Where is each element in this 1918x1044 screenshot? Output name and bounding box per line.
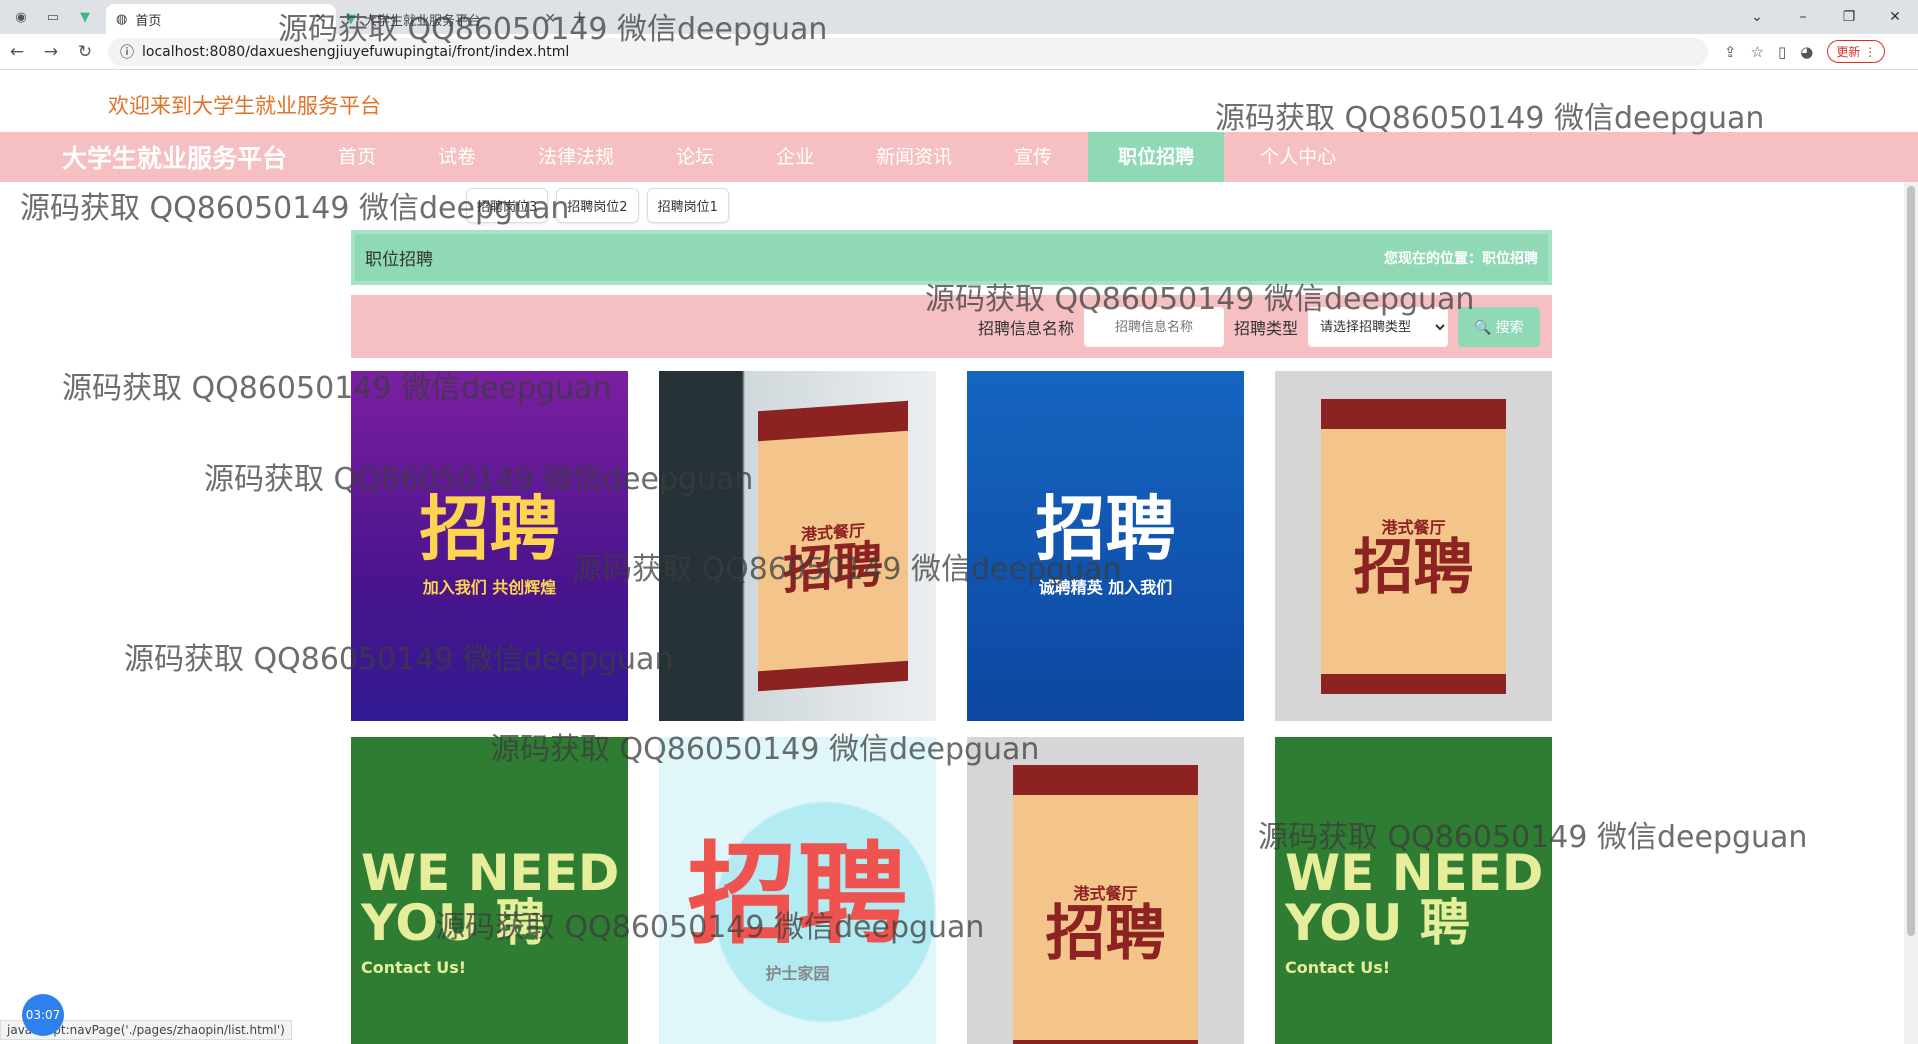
main-nav: 大学生就业服务平台 首页 试卷 法律法规 论坛 企业 新闻资讯 宣传 职位招聘 … [0,132,1918,182]
search-icon: 🔍 [1474,318,1492,335]
poster-grid: 招聘 加入我们 共创辉煌 港式餐厅 招聘 招聘 诚聘精英 加入我们 港式餐厅 招… [351,371,1552,1044]
restore-icon[interactable]: ❐ [1826,9,1872,25]
poster-image: 港式餐厅 招聘 [967,737,1244,1044]
url-text: localhost:8080/daxueshengjiuyefuwupingta… [142,43,570,60]
poster-headline: 招聘 [1353,533,1474,603]
nav-home[interactable]: 首页 [312,132,402,182]
nav-company[interactable]: 企业 [750,132,840,182]
window-controls: ⌄ – ❐ ✕ [1734,0,1918,34]
page-content: 招聘岗位3 招聘岗位2 招聘岗位1 职位招聘 您现在的位置：职位招聘 招聘信息名… [0,182,1918,1044]
breadcrumb: 您现在的位置：职位招聘 [1384,250,1538,267]
close-window-icon[interactable]: ✕ [1872,9,1918,25]
vue-icon: ▼ [346,11,356,27]
section-title-bar: 职位招聘 您现在的位置：职位招聘 [351,230,1552,285]
name-label: 招聘信息名称 [977,318,1074,338]
nav-profile[interactable]: 个人中心 [1234,132,1362,182]
poster-headline: 招聘 [1045,899,1166,969]
poster-headline: 招聘 [687,831,908,959]
tag-job-1[interactable]: 招聘岗位1 [646,188,729,223]
browser-tabbar: ◉ ▭ ▼ ◍ 首页 ✕ ▼ 大学生就业服务平台 ✕ + ⌄ – ❐ ✕ [0,0,1918,34]
poster-caption: Contact Us! [361,957,467,977]
tab-title: 首页 [135,13,162,29]
browser-icon[interactable]: ◉ [10,6,32,28]
category-tags: 招聘岗位3 招聘岗位2 招聘岗位1 [466,188,729,223]
url-bar[interactable]: ⓘ localhost:8080/daxueshengjiuyefuwuping… [108,37,1708,66]
scrollbar-thumb[interactable] [1907,186,1915,936]
vue-icon[interactable]: ▼ [74,6,96,28]
nav-news[interactable]: 新闻资讯 [850,132,978,182]
recording-timer[interactable]: 03:07 [22,994,64,1036]
browser-tab-inactive[interactable]: ▼ 大学生就业服务平台 ✕ [336,4,566,34]
browser-tab-active[interactable]: ◍ 首页 ✕ [106,4,336,34]
job-card[interactable]: 港式餐厅 招聘 [967,737,1244,1044]
nav-jobs[interactable]: 职位招聘 [1088,132,1225,182]
poster-sheet: 港式餐厅 招聘 [1321,398,1506,694]
close-icon[interactable]: ✕ [314,11,326,27]
poster-image: 招聘 护士家园 [659,737,936,1044]
welcome-text: 欢迎来到大学生就业服务平台 [108,94,381,118]
poster-image: WE NEED YOU 聘 Contact Us! [1275,737,1552,1044]
page-scrollbar[interactable] [1904,182,1918,1044]
site-brand[interactable]: 大学生就业服务平台 [62,139,312,175]
poster-image: 招聘 加入我们 共创辉煌 [351,371,628,721]
poster-headline: 招聘 [782,535,883,601]
back-icon[interactable]: ← [0,42,34,62]
search-button[interactable]: 🔍 搜索 [1458,306,1540,347]
job-card[interactable]: 招聘 护士家园 [659,737,936,1044]
name-search-input[interactable] [1083,306,1224,347]
profile-icon[interactable]: ◕ [1800,43,1813,61]
search-button-label: 搜索 [1495,318,1524,335]
poster-caption: 诚聘精英 加入我们 [1038,578,1173,597]
minimize-icon[interactable]: – [1780,9,1826,25]
poster-headline: 招聘 [1035,488,1176,570]
address-bar-row: ← → ↻ ⓘ localhost:8080/daxueshengjiuyefu… [0,34,1918,70]
nav-law[interactable]: 法律法规 [512,132,640,182]
poster-headline: WE NEED YOU 聘 [1285,843,1544,952]
nav-forum[interactable]: 论坛 [650,132,740,182]
poster-image: 港式餐厅 招聘 [659,371,936,721]
globe-icon: ◍ [116,11,128,27]
poster-sheet: 港式餐厅 招聘 [757,400,908,692]
type-label: 招聘类型 [1233,318,1298,338]
bookmark-star-icon[interactable]: ☆ [1751,43,1764,61]
sidepanel-icon[interactable]: ▯ [1778,43,1786,61]
poster-image: 港式餐厅 招聘 [1275,371,1552,721]
job-card[interactable]: 港式餐厅 招聘 [1275,371,1552,721]
job-card[interactable]: 招聘 诚聘精英 加入我们 [967,371,1244,721]
job-card[interactable]: WE NEED YOU 聘 Contact Us! [1275,737,1552,1044]
forward-icon[interactable]: → [34,42,68,62]
job-card[interactable]: 港式餐厅 招聘 [659,371,936,721]
poster-caption: 护士家园 [765,964,830,983]
tag-job-3[interactable]: 招聘岗位3 [466,188,549,223]
poster-sheet: 港式餐厅 招聘 [1013,764,1198,1044]
job-card[interactable]: 招聘 加入我们 共创辉煌 [351,371,628,721]
share-icon[interactable]: ⇪ [1724,43,1737,61]
search-bar: 招聘信息名称 招聘类型 请选择招聘类型 🔍 搜索 [351,295,1552,358]
chevron-down-icon[interactable]: ⌄ [1734,9,1780,25]
tab-title: 大学生就业服务平台 [364,13,482,29]
poster-caption: Contact Us! [1285,957,1391,977]
job-card[interactable]: WE NEED YOU 聘 Contact Us! [351,737,628,1044]
new-tab-icon[interactable]: + [572,7,587,28]
tag-job-2[interactable]: 招聘岗位2 [556,188,639,223]
close-icon[interactable]: ✕ [544,11,556,27]
nav-promo[interactable]: 宣传 [988,132,1078,182]
info-icon[interactable]: ⓘ [120,42,134,62]
window-icon[interactable]: ▭ [42,6,64,28]
poster-caption: 加入我们 共创辉煌 [422,578,557,597]
welcome-bar: 欢迎来到大学生就业服务平台 [0,70,1918,132]
type-select[interactable]: 请选择招聘类型 [1308,306,1448,347]
section-title: 职位招聘 [365,250,433,270]
poster-headline: WE NEED YOU 聘 [361,843,620,952]
poster-image: 招聘 诚聘精英 加入我们 [967,371,1244,721]
update-button[interactable]: 更新 ⋮ [1827,40,1886,63]
poster-image: WE NEED YOU 聘 Contact Us! [351,737,628,1044]
reload-icon[interactable]: ↻ [68,42,102,62]
poster-headline: 招聘 [419,488,560,570]
update-label: 更新 [1836,45,1861,59]
nav-exam[interactable]: 试卷 [412,132,502,182]
